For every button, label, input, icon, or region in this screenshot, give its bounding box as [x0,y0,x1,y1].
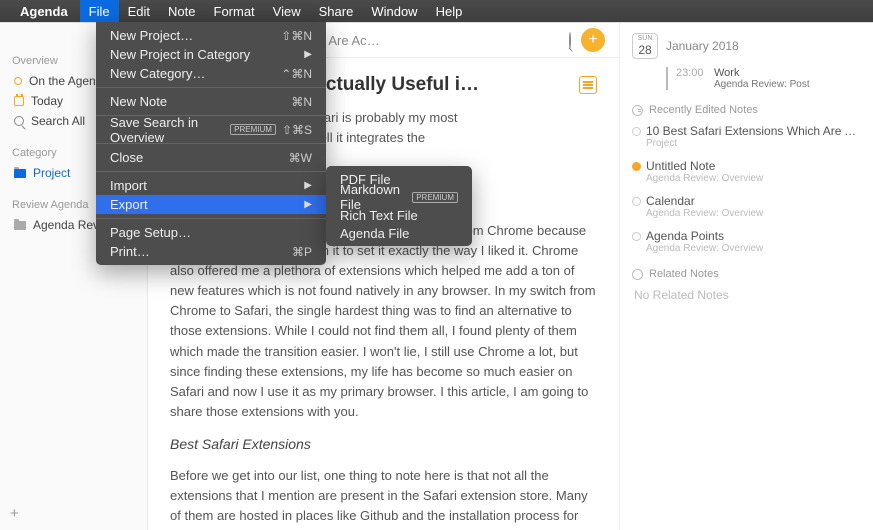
submenu-item-agenda[interactable]: Agenda File [326,224,472,242]
folder-icon [14,169,26,178]
menu-note[interactable]: Note [159,0,204,22]
menu-item-page-setup[interactable]: Page Setup… [96,223,326,242]
note-paragraph: Before we get into our list, one thing t… [170,466,597,530]
menu-item-new-project-in-category[interactable]: New Project in Category▶ [96,45,326,64]
recent-note-item[interactable]: Untitled NoteAgenda Review: Overview [632,159,861,184]
sidebar-item-label: Agenda Revi [33,218,102,232]
new-note-button[interactable]: + [581,28,605,52]
note-calendar-icon[interactable] [579,76,597,94]
agenda-bullet-icon [14,77,22,85]
related-header: Related Notes [632,268,861,280]
menu-item-import[interactable]: Import▶ [96,176,326,195]
menu-format[interactable]: Format [205,0,264,22]
event-time: 23:00 [676,67,706,90]
event-subtitle: Agenda Review: Post [714,79,810,90]
link-icon [632,269,643,280]
sidebar-item-label: Project [33,166,70,180]
sidebar-item-label: Search All [31,114,85,128]
app-name[interactable]: Agenda [20,4,68,19]
menubar: Agenda File Edit Note Format View Share … [0,0,873,22]
sidebar-item-label: On the Agen [29,74,96,88]
clock-icon [632,105,643,116]
recent-note-item[interactable]: 10 Best Safari Extensions Which Are Actu… [632,124,861,149]
menu-edit[interactable]: Edit [119,0,159,22]
export-submenu: PDF File Markdown FilePREMIUM Rich Text … [326,166,472,246]
menu-file[interactable]: File [80,0,119,22]
submenu-item-rtf[interactable]: Rich Text File [326,206,472,224]
menu-item-new-note[interactable]: New Note⌘N [96,92,326,111]
sidebar-item-label: Today [31,94,63,108]
search-icon[interactable] [569,33,571,48]
menu-item-save-search[interactable]: Save Search in OverviewPREMIUM⇧⌘S [96,120,326,139]
event-row[interactable]: 23:00 WorkAgenda Review: Post [666,67,861,90]
submenu-item-markdown[interactable]: Markdown FilePREMIUM [326,188,472,206]
menu-item-export[interactable]: Export▶ [96,195,326,214]
menu-window[interactable]: Window [362,0,426,22]
menu-item-print[interactable]: Print…⌘P [96,242,326,261]
search-icon [14,116,24,126]
event-title: Work [714,67,810,79]
recent-note-item[interactable]: Agenda PointsAgenda Review: Overview [632,229,861,254]
add-button[interactable]: + [10,505,19,522]
menu-share[interactable]: Share [310,0,363,22]
folder-icon [14,221,26,230]
calendar-icon [14,96,24,106]
menu-item-new-project[interactable]: New Project…⇧⌘N [96,26,326,45]
month-label: January 2018 [666,39,739,53]
date-header[interactable]: SUN28 January 2018 [632,33,861,59]
file-menu-dropdown: New Project…⇧⌘N New Project in Category▶… [96,22,326,265]
menu-view[interactable]: View [264,0,310,22]
related-empty: No Related Notes [632,288,861,302]
recent-note-item[interactable]: CalendarAgenda Review: Overview [632,194,861,219]
menu-help[interactable]: Help [427,0,472,22]
menu-item-close[interactable]: Close⌘W [96,148,326,167]
right-panel: SUN28 January 2018 23:00 WorkAgenda Revi… [619,23,873,530]
recent-header: Recently Edited Notes [632,104,861,116]
menu-item-new-category[interactable]: New Category…⌃⌘N [96,64,326,83]
note-subheading: Best Safari Extensions [170,434,597,456]
calendar-big-icon: SUN28 [632,33,658,59]
